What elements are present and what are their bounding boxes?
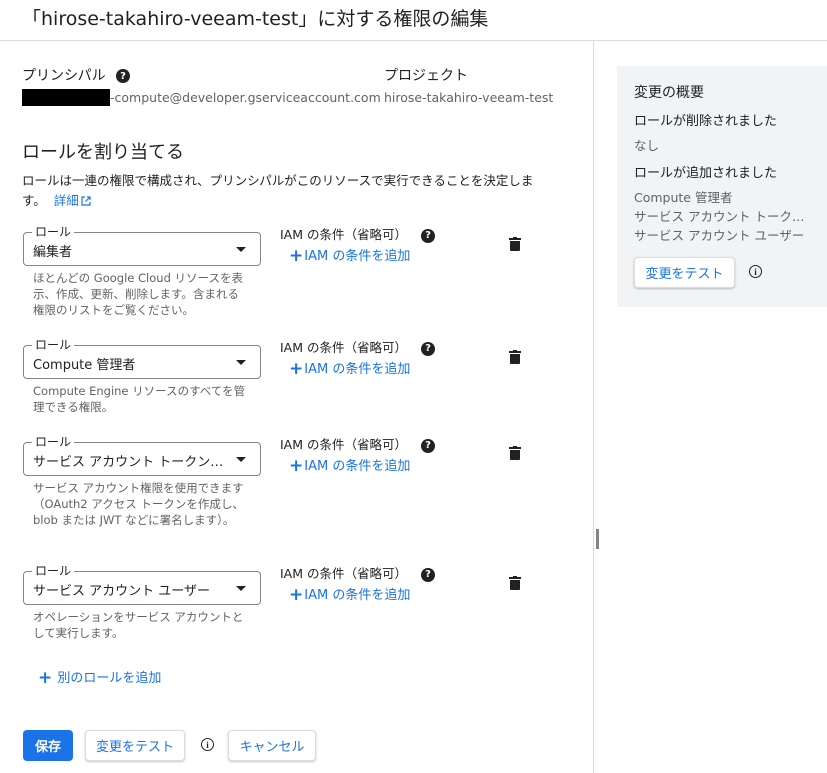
role-select[interactable]: ロール サービス アカウント トークン作成者 [23, 435, 261, 476]
removed-roles-value: なし [634, 138, 660, 153]
delete-icon[interactable] [509, 576, 521, 590]
role-select-value: サービス アカウント ユーザー [33, 584, 211, 599]
details-link[interactable]: 詳細 [54, 193, 91, 208]
role-select-value: 編集者 [33, 245, 73, 260]
role-description: サービス アカウント権限を使用できます（OAuth2 アクセス トークンを作成し… [33, 481, 244, 527]
project-value: hirose-takahiro-veeam-test [384, 90, 554, 105]
role-select[interactable]: ロール Compute 管理者 [23, 338, 261, 379]
info-icon[interactable]: i [749, 265, 762, 278]
add-iam-condition-button[interactable]: +IAM の条件を追加 [289, 455, 410, 476]
added-role-item: サービス アカウント ユーザー [634, 228, 805, 243]
page-title: 「hirose-takahiro-veeam-test」に対する権限の編集 [22, 8, 489, 30]
save-button[interactable]: 保存 [23, 730, 73, 761]
iam-condition-label: IAM の条件（省略可）? [280, 337, 435, 356]
plus-icon: + [289, 246, 304, 266]
role-description: ほとんどの Google Cloud リソースを表示、作成、更新、削除します。含… [33, 271, 243, 317]
role-field-label: ロール [32, 338, 75, 352]
summary-title: 変更の概要 [634, 85, 704, 101]
dropdown-arrow-icon [236, 247, 246, 252]
help-icon[interactable]: ? [421, 341, 435, 356]
dropdown-arrow-icon [236, 360, 246, 365]
role-select[interactable]: ロール サービス アカウント ユーザー [23, 564, 261, 605]
help-icon[interactable]: ? [421, 567, 435, 582]
role-field-label: ロール [32, 564, 75, 578]
test-changes-button[interactable]: 変更をテスト [85, 730, 185, 761]
resize-handle[interactable] [596, 529, 599, 549]
role-select[interactable]: ロール 編集者 [23, 225, 261, 266]
delete-icon[interactable] [509, 350, 521, 364]
help-icon[interactable]: ? [421, 438, 435, 453]
summary-test-changes-button[interactable]: 変更をテスト [634, 257, 735, 288]
plus-icon: + [38, 668, 53, 688]
plus-icon: + [289, 585, 304, 605]
principal-label: プリンシパル [22, 68, 106, 84]
principal-email: -compute@developer.gserviceaccount.com [110, 90, 381, 105]
header-divider [0, 40, 827, 41]
help-icon[interactable]: ? [116, 69, 131, 83]
role-description: オペレーションをサービス アカウントとして実行します。 [33, 610, 244, 640]
project-label: プロジェクト [384, 68, 468, 84]
added-role-item: Compute 管理者 [634, 190, 733, 205]
principal-label-row: プリンシパル ? [22, 65, 131, 85]
change-summary-panel: 変更の概要 ロールが削除されました なし ロールが追加されました Compute… [617, 66, 827, 307]
iam-condition-label: IAM の条件（省略可）? [280, 224, 435, 243]
dropdown-arrow-icon [236, 457, 246, 462]
role-field-label: ロール [32, 225, 75, 239]
plus-icon: + [289, 456, 304, 476]
added-roles-heading: ロールが追加されました [634, 166, 778, 181]
info-icon[interactable]: i [201, 738, 214, 751]
removed-roles-heading: ロールが削除されました [634, 114, 778, 129]
description-text: ロールは一連の権限で構成され、プリンシパルがこのリソースで実行できることを決定し… [22, 173, 534, 208]
redacted-block [22, 89, 110, 106]
delete-icon[interactable] [509, 446, 521, 460]
role-field-label: ロール [32, 435, 75, 449]
role-select-value: Compute 管理者 [33, 358, 136, 373]
external-link-icon [81, 196, 91, 206]
add-iam-condition-button[interactable]: +IAM の条件を追加 [289, 358, 410, 379]
add-iam-condition-button[interactable]: +IAM の条件を追加 [289, 584, 410, 605]
plus-icon: + [289, 359, 304, 379]
assign-roles-description: ロールは一連の権限で構成され、プリンシパルがこのリソースで実行できることを決定し… [22, 171, 537, 211]
role-select-value: サービス アカウント トークン作成者 [33, 455, 228, 470]
help-icon[interactable]: ? [421, 228, 435, 243]
role-description: Compute Engine リソースのすべてを管理できる権限。 [33, 384, 246, 414]
delete-icon[interactable] [509, 237, 521, 251]
cancel-button[interactable]: キャンセル [228, 730, 316, 761]
panel-divider [593, 41, 594, 773]
iam-condition-label: IAM の条件（省略可）? [280, 563, 435, 582]
added-role-item: サービス アカウント トークン作成者 [634, 209, 809, 224]
dropdown-arrow-icon [236, 586, 246, 591]
add-iam-condition-button[interactable]: +IAM の条件を追加 [289, 245, 410, 266]
assign-roles-heading: ロールを割り当てる [22, 142, 184, 163]
iam-condition-label: IAM の条件（省略可）? [280, 434, 435, 453]
add-another-role-button[interactable]: + 別のロールを追加 [38, 667, 161, 688]
